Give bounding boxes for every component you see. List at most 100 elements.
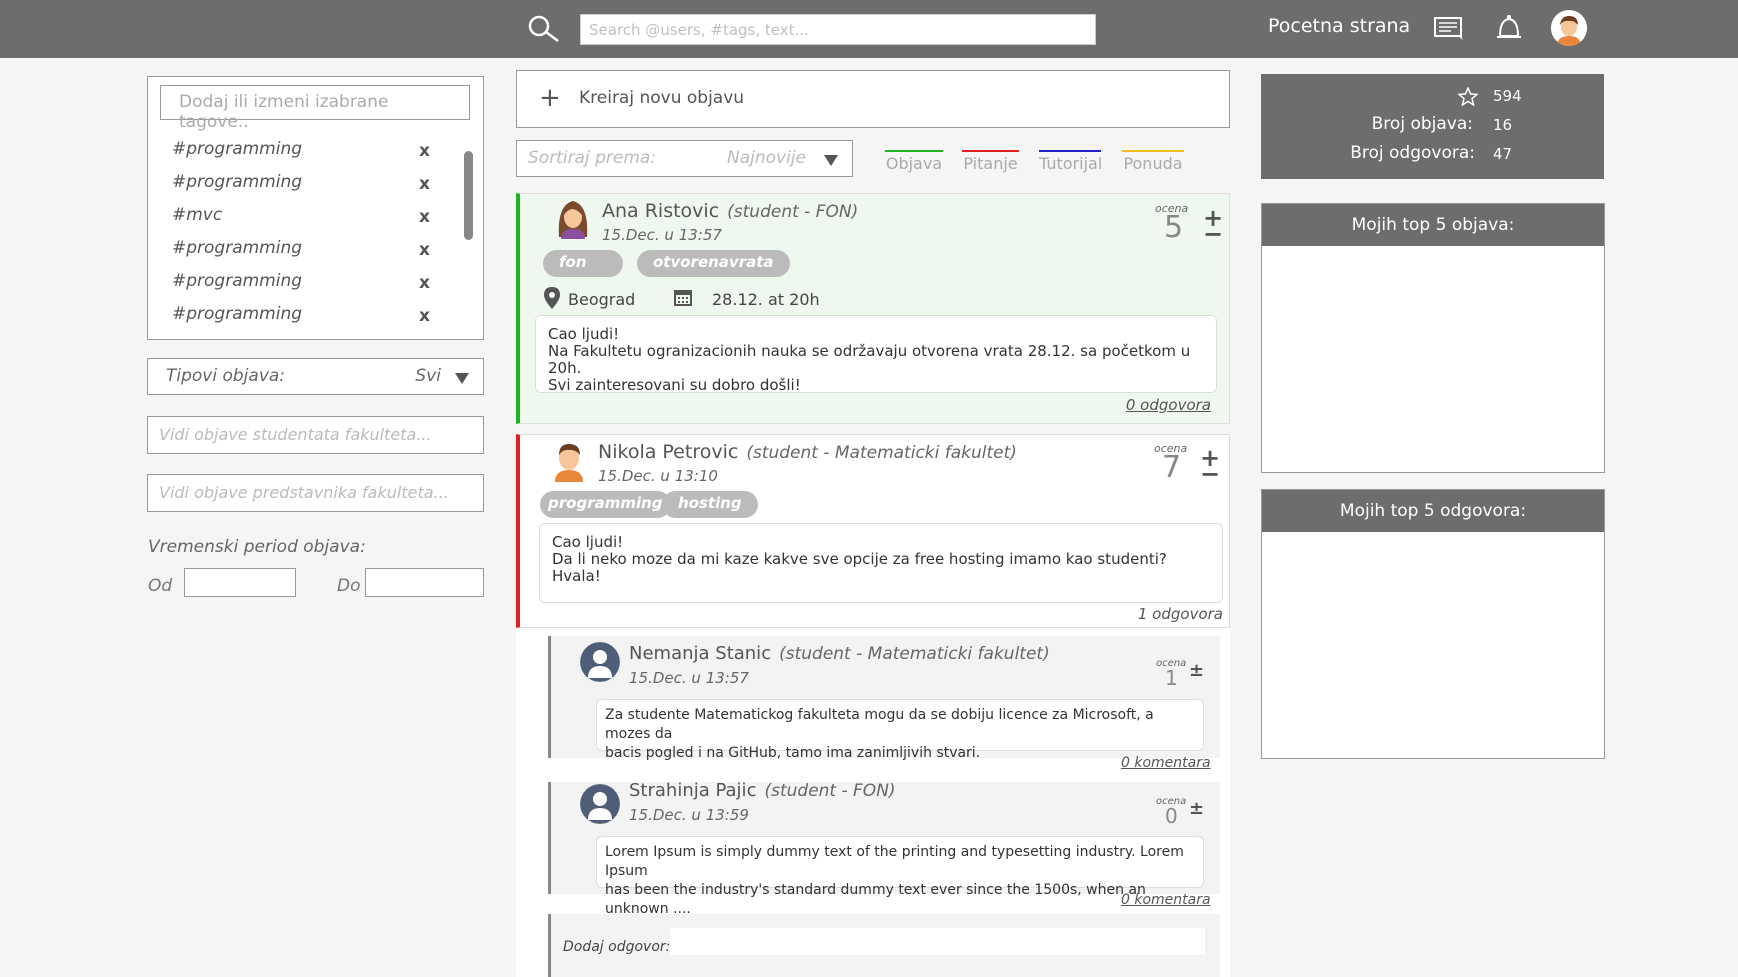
add-answer-label: Dodaj odgovor: bbox=[563, 939, 671, 955]
star-icon bbox=[1458, 87, 1478, 106]
author-avatar[interactable] bbox=[549, 438, 589, 482]
reps-filter-input[interactable]: Vidi objave predstavnika fakulteta... bbox=[147, 474, 484, 512]
answer-card: Strahinja Pajic (student - FON) 15.Dec. u… bbox=[548, 780, 1220, 917]
tags-panel: Dodaj ili izmeni izabrane tagove.. #prog… bbox=[147, 76, 484, 340]
to-label: Do bbox=[337, 576, 361, 596]
post-location: Beograd bbox=[568, 290, 636, 309]
user-avatar[interactable] bbox=[1551, 10, 1587, 46]
vote-button[interactable]: ± bbox=[1189, 662, 1204, 680]
tag-item: #programming x bbox=[172, 172, 430, 194]
create-post-label: Kreiraj novu objavu bbox=[579, 88, 745, 108]
post-types-label: Tipovi objava: bbox=[166, 366, 286, 386]
author-avatar[interactable] bbox=[553, 195, 593, 239]
rating-value: 0 bbox=[1165, 804, 1178, 828]
filter-ponuda[interactable]: Ponuda bbox=[1122, 150, 1184, 173]
answer-date: 15.Dec. u 13:59 bbox=[629, 806, 749, 824]
top-answers-panel: Mojih top 5 odgovora: bbox=[1261, 489, 1605, 759]
post-tag[interactable]: programming bbox=[540, 491, 671, 518]
top-answers-title: Mojih top 5 odgovora: bbox=[1262, 490, 1604, 532]
vote-button[interactable]: ± bbox=[1189, 800, 1204, 818]
author-affiliation: (student - Matematicki fakultet) bbox=[779, 644, 1050, 664]
post-tag[interactable]: fon bbox=[543, 250, 623, 277]
downvote-button[interactable]: − bbox=[1200, 462, 1220, 486]
author-name[interactable]: Ana Ristovic (student - FON) bbox=[602, 200, 858, 222]
default-avatar-icon[interactable] bbox=[580, 642, 620, 682]
answers-count-label: Broj odgovora: bbox=[1350, 143, 1475, 163]
user-stats: 594 Broj objava: 16 Broj odgovora: 47 bbox=[1261, 74, 1604, 179]
period-label: Vremenski period objava: bbox=[148, 537, 366, 557]
answers-section: Nemanja Stanic (student - Matematicki fak… bbox=[516, 628, 1230, 977]
bell-icon[interactable] bbox=[1492, 12, 1526, 44]
downvote-button[interactable]: − bbox=[1203, 222, 1223, 246]
location-pin-icon bbox=[544, 287, 560, 309]
replies-count[interactable]: 1 odgovora bbox=[1138, 605, 1223, 623]
author-name[interactable]: Strahinja Pajic (student - FON) bbox=[629, 780, 896, 801]
remove-tag-button[interactable]: x bbox=[419, 174, 430, 194]
sort-value: Najnovije bbox=[727, 148, 806, 168]
remove-tag-button[interactable]: x bbox=[419, 240, 430, 260]
answer-body: Za studente Matematickog fakulteta mogu … bbox=[596, 699, 1204, 761]
default-avatar-icon[interactable] bbox=[580, 784, 620, 824]
rating-value: 5 bbox=[1164, 210, 1184, 245]
post-tag[interactable]: otvorenavrata bbox=[637, 250, 790, 277]
search-icon[interactable] bbox=[526, 14, 562, 44]
post-types-value: Svi bbox=[415, 366, 441, 386]
create-post-button[interactable]: + Kreiraj novu objavu bbox=[516, 70, 1230, 128]
posts-count-label: Broj objava: bbox=[1371, 114, 1473, 134]
filter-objava[interactable]: Objava bbox=[885, 150, 943, 173]
answer-card: Nemanja Stanic (student - Matematicki fak… bbox=[548, 636, 1220, 761]
post-card: Nikola Petrovic (student - Matematicki fa… bbox=[516, 434, 1230, 628]
home-link[interactable]: Pocetna strana bbox=[1268, 15, 1410, 37]
tag-item: #programming x bbox=[172, 238, 430, 260]
top-posts-panel: Mojih top 5 objava: bbox=[1261, 203, 1605, 473]
to-date-input[interactable] bbox=[365, 568, 484, 597]
remove-tag-button[interactable]: x bbox=[419, 273, 430, 293]
remove-tag-button[interactable]: x bbox=[419, 306, 430, 325]
search-input[interactable] bbox=[580, 14, 1096, 45]
post-types-select[interactable]: Tipovi objava: Svi bbox=[147, 358, 484, 395]
messages-icon[interactable] bbox=[1432, 12, 1466, 44]
sort-label: Sortiraj prema: bbox=[528, 148, 657, 168]
tag-item: #programming x bbox=[172, 271, 430, 293]
plus-icon: + bbox=[539, 83, 561, 113]
tags-input[interactable]: Dodaj ili izmeni izabrane tagove.. bbox=[160, 85, 470, 132]
tag-list[interactable]: #programming x #programming x #mvc x #progr… bbox=[172, 139, 442, 325]
rating-value: 7 bbox=[1162, 450, 1182, 485]
answers-count: 47 bbox=[1493, 145, 1513, 163]
add-answer-input[interactable] bbox=[670, 928, 1205, 955]
author-name[interactable]: Nikola Petrovic (student - Matematicki fa… bbox=[598, 441, 1017, 463]
from-label: Od bbox=[148, 576, 173, 596]
post-date: 15.Dec. u 13:57 bbox=[602, 226, 722, 244]
comments-link[interactable]: 0 komentara bbox=[1121, 892, 1211, 908]
post-card: Ana Ristovic (student - FON) 15.Dec. u 13… bbox=[516, 193, 1230, 424]
remove-tag-button[interactable]: x bbox=[419, 207, 430, 227]
tag-item: #programming x bbox=[172, 139, 430, 161]
sort-select[interactable]: Sortiraj prema: Najnovije bbox=[516, 140, 853, 177]
tag-list-scrollbar[interactable] bbox=[464, 151, 473, 240]
post-body: Cao ljudi! Da li neko moze da mi kaze ka… bbox=[539, 523, 1223, 603]
remove-tag-button[interactable]: x bbox=[419, 141, 430, 161]
from-date-input[interactable] bbox=[184, 568, 296, 597]
event-date: 28.12. at 20h bbox=[712, 290, 820, 309]
post-tag[interactable]: hosting bbox=[662, 491, 758, 518]
posts-count: 16 bbox=[1493, 116, 1513, 134]
answer-date: 15.Dec. u 13:57 bbox=[629, 669, 749, 687]
tag-item: #programming x bbox=[172, 304, 430, 325]
filter-tutorijal[interactable]: Tutorijal bbox=[1039, 150, 1102, 173]
top-bar: Pocetna strana bbox=[0, 0, 1738, 58]
answer-body: Lorem Ipsum is simply dummy text of the … bbox=[596, 836, 1204, 917]
chevron-down-icon bbox=[455, 373, 469, 384]
tag-item: #mvc x bbox=[172, 205, 430, 227]
stars-count: 594 bbox=[1493, 87, 1522, 105]
replies-link[interactable]: 0 odgovora bbox=[1126, 396, 1211, 414]
author-affiliation: (student - FON) bbox=[727, 202, 859, 222]
calendar-icon bbox=[674, 290, 692, 306]
post-date: 15.Dec. u 13:10 bbox=[598, 467, 718, 485]
filter-pitanje[interactable]: Pitanje bbox=[962, 150, 1019, 173]
rating-value: 1 bbox=[1165, 666, 1178, 690]
post-body: Cao ljudi! Na Fakultetu ogranizacionih n… bbox=[535, 315, 1217, 394]
author-affiliation: (student - FON) bbox=[764, 781, 896, 801]
author-name[interactable]: Nemanja Stanic (student - Matematicki fak… bbox=[629, 643, 1050, 664]
students-filter-input[interactable]: Vidi objave studentata fakulteta... bbox=[147, 416, 484, 454]
comments-link[interactable]: 0 komentara bbox=[1121, 755, 1211, 771]
